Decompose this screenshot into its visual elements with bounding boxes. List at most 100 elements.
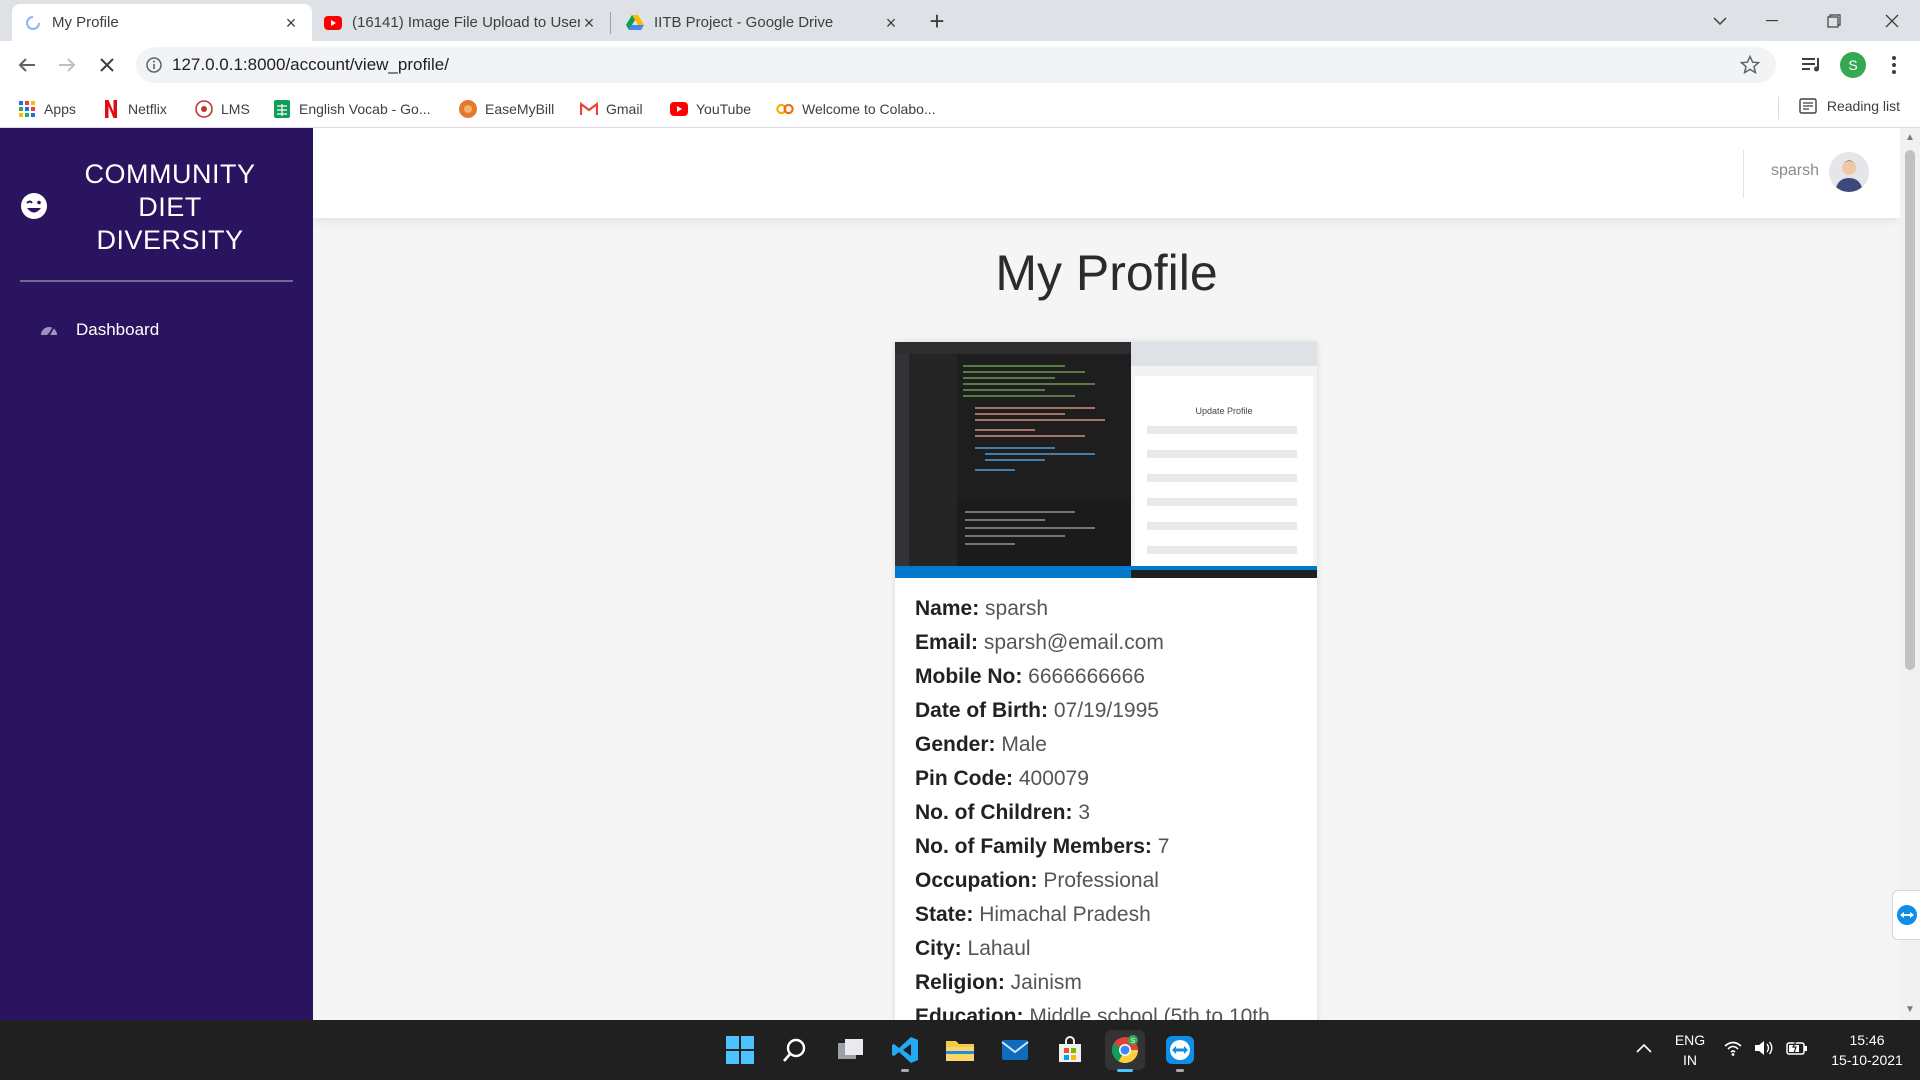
search-icon[interactable]	[775, 1030, 815, 1070]
bookmark-easemybill[interactable]: EaseMyBill	[459, 98, 554, 120]
profile-field-mobile: Mobile No: 6666666666	[915, 660, 1305, 694]
close-tab-icon[interactable]: ×	[882, 14, 900, 32]
teamviewer-icon[interactable]	[1160, 1030, 1200, 1072]
back-arrow-icon[interactable]	[13, 51, 41, 79]
start-windows-icon[interactable]	[720, 1030, 760, 1070]
profile-field-occupation: Occupation: Professional	[915, 864, 1305, 898]
site-info-icon[interactable]	[136, 57, 172, 73]
bookmark-apps[interactable]: Apps	[18, 98, 76, 120]
tab-google-drive[interactable]: IITB Project - Google Drive ×	[614, 4, 912, 41]
easemybill-icon	[459, 100, 477, 118]
brand-line: COMMUNITY	[84, 159, 256, 189]
page-viewport: COMMUNITY DIET DIVERSITY Dashboard spars…	[0, 128, 1920, 1020]
field-value: Professional	[1043, 869, 1159, 892]
wifi-icon[interactable]	[1724, 1040, 1742, 1059]
system-clock[interactable]: 15:46 15-10-2021	[1822, 1030, 1912, 1070]
tab-separator	[610, 12, 611, 34]
volume-icon[interactable]	[1754, 1039, 1774, 1060]
tab-title: My Profile	[52, 14, 119, 31]
vscode-icon[interactable]	[885, 1030, 925, 1072]
profile-avatar-icon[interactable]: S	[1840, 52, 1866, 78]
input-language-indicator[interactable]: ENG IN	[1668, 1030, 1712, 1070]
bookmark-label: EaseMyBill	[485, 101, 555, 117]
sidebar-item-dashboard[interactable]: Dashboard	[20, 308, 293, 352]
field-value: Middle school (5th to 10th	[1029, 1005, 1270, 1020]
close-tab-icon[interactable]: ×	[282, 14, 300, 32]
apps-grid-icon	[18, 100, 36, 118]
scroll-up-arrow-icon[interactable]: ▲	[1904, 132, 1916, 144]
brand-line: DIET	[138, 192, 202, 222]
profile-field-email: Email: sparsh@email.com	[915, 626, 1305, 660]
close-window-icon[interactable]	[1866, 0, 1918, 41]
teamviewer-icon	[1897, 905, 1917, 925]
scroll-down-arrow-icon[interactable]: ▼	[1904, 1004, 1916, 1016]
minimize-window-icon[interactable]	[1746, 0, 1798, 41]
tab-title: IITB Project - Google Drive	[654, 14, 834, 31]
address-bar[interactable]: 127.0.0.1:8000/account/view_profile/	[136, 47, 1776, 83]
loading-spinner-icon	[24, 14, 42, 32]
show-hidden-icons-chevron-icon[interactable]	[1636, 1040, 1652, 1056]
active-indicator	[1117, 1069, 1133, 1072]
running-indicator	[901, 1069, 909, 1072]
navbar-divider	[1743, 150, 1744, 198]
tab-my-profile[interactable]: My Profile ×	[12, 4, 312, 41]
field-label: Occupation:	[915, 869, 1038, 892]
bookmark-label: LMS	[221, 101, 250, 117]
bookmark-colab[interactable]: Welcome to Colabo...	[776, 98, 936, 120]
tab-search-chevron-icon[interactable]	[1694, 0, 1746, 41]
scrollbar-thumb[interactable]	[1905, 150, 1915, 670]
microsoft-store-icon[interactable]	[1050, 1030, 1090, 1070]
google-drive-icon	[626, 14, 644, 32]
forward-arrow-icon[interactable]	[53, 51, 81, 79]
brand-line: DIVERSITY	[96, 225, 244, 255]
profile-field-children: No. of Children: 3	[915, 796, 1305, 830]
field-label: No. of Children:	[915, 801, 1073, 824]
sidebar-item-label: Dashboard	[76, 320, 160, 339]
chrome-icon[interactable]: S	[1105, 1030, 1145, 1072]
task-view-icon[interactable]	[830, 1030, 870, 1070]
clock-date: 15-10-2021	[1831, 1052, 1903, 1068]
bookmark-label: Netflix	[128, 101, 167, 117]
user-avatar[interactable]	[1829, 152, 1869, 192]
field-value: Lahaul	[967, 937, 1031, 960]
reading-list-icon	[1799, 98, 1817, 114]
sidebar-divider	[20, 280, 293, 282]
field-label: Education:	[915, 1005, 1024, 1020]
bookmark-gmail[interactable]: Gmail	[580, 98, 643, 120]
reading-list-button[interactable]: Reading list	[1799, 98, 1900, 114]
mail-icon[interactable]	[995, 1030, 1035, 1070]
field-label: Pin Code:	[915, 767, 1013, 790]
battery-icon[interactable]	[1786, 1038, 1808, 1060]
bookmark-youtube[interactable]: YouTube	[670, 98, 751, 120]
bookmark-netflix[interactable]: Netflix	[102, 98, 167, 120]
browser-menu-icon[interactable]	[1882, 53, 1906, 77]
profile-field-education: Education: Middle school (5th to 10th	[915, 1000, 1305, 1020]
url-text: 127.0.0.1:8000/account/view_profile/	[172, 55, 449, 74]
page-title: My Profile	[995, 245, 1218, 301]
profile-field-dob: Date of Birth: 07/19/1995	[915, 694, 1305, 728]
profile-field-name: Name: sparsh	[915, 592, 1305, 626]
tab-title: (16141) Image File Upload to User	[352, 14, 580, 31]
teamviewer-panel-tab[interactable]	[1892, 890, 1920, 940]
restore-window-icon[interactable]	[1808, 0, 1860, 41]
profile-picture: Update Profile	[895, 342, 1317, 578]
bookmark-english-vocab[interactable]: English Vocab - Go...	[273, 98, 431, 120]
stop-loading-icon[interactable]	[93, 51, 121, 79]
bookmark-lms[interactable]: LMS	[195, 98, 250, 120]
youtube-icon	[324, 14, 342, 32]
media-queue-icon[interactable]	[1800, 53, 1824, 77]
field-value: Male	[1001, 733, 1047, 756]
brand-name[interactable]: COMMUNITY DIET DIVERSITY	[60, 158, 280, 257]
profile-field-city: City: Lahaul	[915, 932, 1305, 966]
tab-youtube[interactable]: (16141) Image File Upload to User ×	[312, 4, 610, 41]
new-tab-button[interactable]: +	[922, 6, 952, 36]
language-code: ENG	[1674, 1032, 1706, 1048]
file-explorer-icon[interactable]	[940, 1030, 980, 1070]
close-tab-icon[interactable]: ×	[580, 14, 598, 32]
username-label[interactable]: sparsh	[1771, 162, 1819, 180]
browser-toolbar: 127.0.0.1:8000/account/view_profile/ S	[0, 41, 1920, 89]
gmail-icon	[580, 100, 598, 118]
bookmark-star-icon[interactable]	[1739, 54, 1761, 80]
page-scrollbar[interactable]: ▲ ▼	[1900, 128, 1920, 1020]
profile-card: Update Profile Name: sparsh Email: spars…	[895, 342, 1317, 1020]
